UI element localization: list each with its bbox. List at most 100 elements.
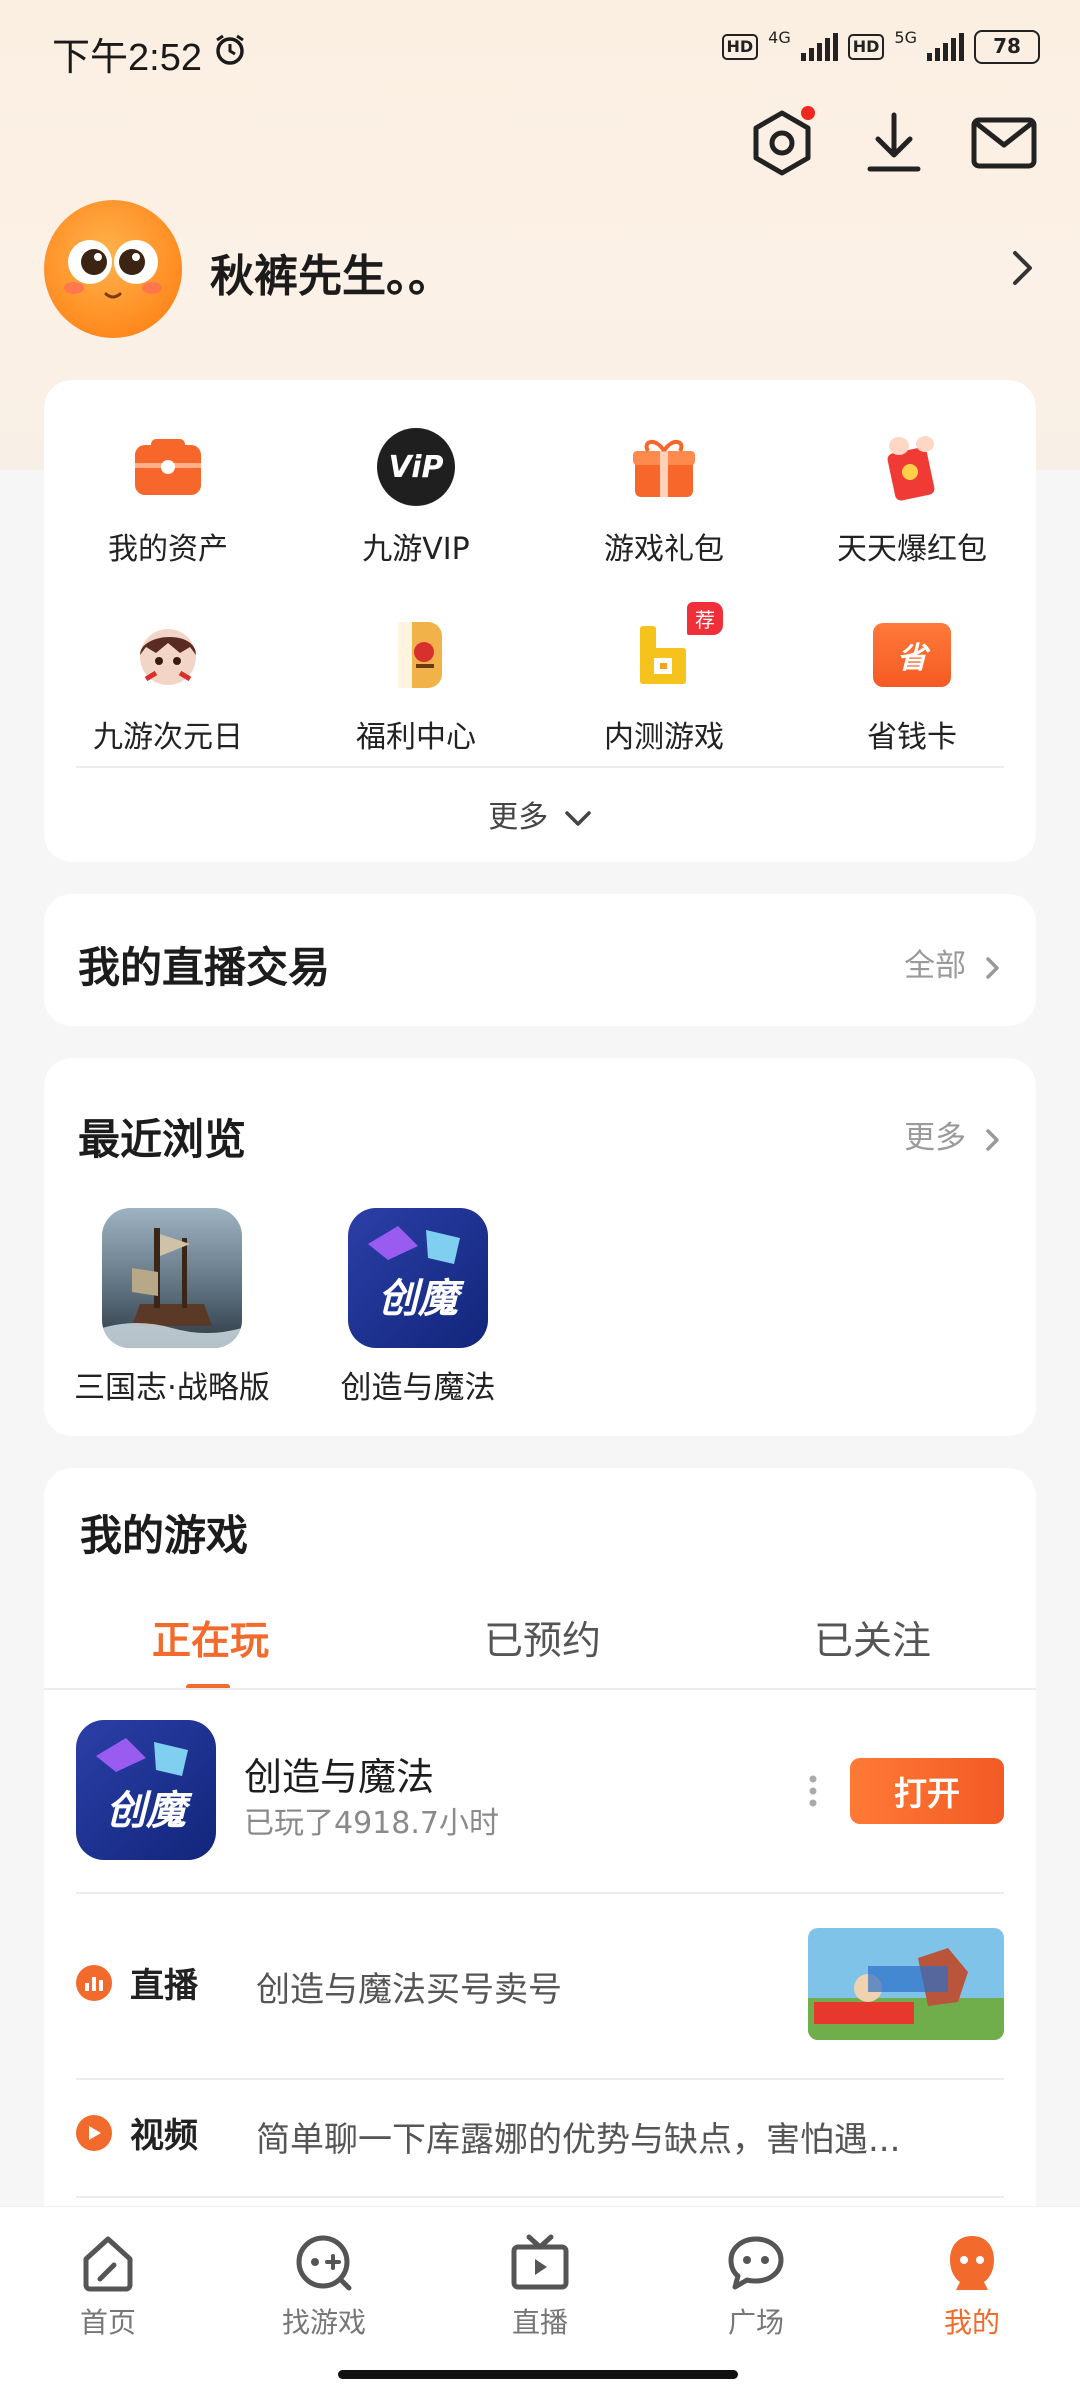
- live-trade-title: 我的直播交易: [78, 943, 331, 992]
- creation-magic-game-icon: 创魔: [348, 1208, 488, 1348]
- quick-item-beta-games[interactable]: 荐 内测游戏: [540, 602, 788, 756]
- feed-tag-label: 视频: [130, 2116, 198, 2156]
- divider: [76, 1892, 1004, 1894]
- chat-bubble-icon: [724, 2231, 788, 2295]
- live-thumbnail[interactable]: [808, 1928, 1004, 2040]
- game-controller-icon: [292, 2231, 356, 2295]
- nav-home[interactable]: 首页: [38, 2231, 178, 2341]
- quick-item-label: 九游次元日: [93, 720, 243, 755]
- game-name: 创造与魔法: [244, 1755, 435, 1799]
- chevron-right-icon: [986, 1128, 999, 1151]
- tab-playing[interactable]: 正在玩: [152, 1610, 269, 1666]
- live-tv-icon: [508, 2231, 572, 2295]
- nav-label: 找游戏: [281, 2306, 366, 2339]
- quick-item-label: 天天爆红包: [837, 532, 987, 567]
- quick-item-assets[interactable]: 我的资产: [44, 422, 292, 568]
- quick-item-label: 福利中心: [356, 720, 476, 755]
- recent-item-chuangmo[interactable]: 创魔 创造与魔法: [300, 1208, 536, 1407]
- avatar[interactable]: [44, 200, 182, 338]
- quick-item-vip[interactable]: ViP 九游VIP: [292, 422, 540, 568]
- live-chart-icon: [76, 1964, 112, 2001]
- status-indicators: HD 4G HD 5G 78: [721, 27, 1040, 64]
- vip-icon-text: ViP: [377, 428, 455, 506]
- feed-video-text[interactable]: 简单聊一下库露娜的优势与缺点，害怕遇...: [256, 2112, 900, 2161]
- nav-live[interactable]: 直播: [470, 2231, 610, 2341]
- my-games-card: 我的游戏 正在玩 已预约 已关注 创魔 创造与魔法 已玩了4918.7小时 打开…: [44, 1468, 1036, 2268]
- hd-badge-2: HD: [847, 34, 885, 60]
- beta-icon: 荐: [619, 602, 723, 700]
- download-icon: [867, 112, 921, 172]
- live-trade-card[interactable]: 我的直播交易 全部: [44, 894, 1036, 1026]
- game-row[interactable]: 创魔: [76, 1720, 216, 1860]
- recommend-badge: 荐: [687, 602, 723, 635]
- gift-icon: [619, 422, 709, 512]
- quick-item-anime-day[interactable]: 九游次元日: [44, 610, 292, 756]
- quick-item-welfare[interactable]: 福利中心: [292, 610, 540, 756]
- notification-dot: [798, 103, 818, 123]
- status-time: 下午2:52: [52, 37, 202, 79]
- creation-magic-logo-text: 创魔: [378, 1276, 465, 1322]
- mail-icon: [971, 117, 1037, 169]
- live-trade-all-link[interactable]: 全部: [904, 940, 1002, 985]
- profile-chevron-icon[interactable]: [1010, 248, 1036, 299]
- nav-find-games[interactable]: 找游戏: [254, 2231, 394, 2341]
- sanguo-game-icon: [102, 1208, 242, 1348]
- home-icon: [76, 2231, 140, 2295]
- more-button[interactable]: 更多: [44, 792, 1036, 836]
- recent-more-link[interactable]: 更多: [904, 1112, 1002, 1157]
- username[interactable]: 秋裤先生。。: [210, 240, 452, 304]
- download-button[interactable]: [856, 105, 932, 181]
- open-game-button[interactable]: 打开: [850, 1758, 1004, 1824]
- home-indicator[interactable]: [338, 2370, 738, 2379]
- quick-item-gift[interactable]: 游戏礼包: [540, 422, 788, 568]
- feed-tag-video: 视频: [76, 2108, 198, 2157]
- live-thumbnail-image-icon: [808, 1928, 1004, 2040]
- alarm-icon: [212, 32, 248, 72]
- quick-actions-card: 我的资产 ViP 九游VIP 游戏礼包 天天爆红包 九游次元日 福利中心 荐 内…: [44, 380, 1036, 862]
- recent-title: 最近浏览: [78, 1115, 247, 1164]
- nav-label: 直播: [511, 2306, 568, 2339]
- recent-more-label: 更多: [904, 1120, 967, 1156]
- quick-item-label: 游戏礼包: [604, 532, 724, 567]
- tabs-divider: [44, 1688, 1036, 1690]
- mail-button[interactable]: [966, 105, 1042, 181]
- chevron-down-icon: [565, 810, 591, 826]
- profile-icon: [940, 2231, 1004, 2295]
- divider: [76, 2078, 1004, 2080]
- red-packet-icon: [867, 422, 957, 512]
- nav-label: 首页: [79, 2306, 136, 2339]
- quick-item-save-card[interactable]: 省 省钱卡: [788, 610, 1036, 756]
- anime-icon: [123, 610, 213, 700]
- quick-item-label: 省钱卡: [867, 720, 957, 755]
- recent-item-label: 三国志·战略版: [74, 1370, 270, 1406]
- feed-live-text[interactable]: 创造与魔法买号卖号: [256, 1962, 562, 2011]
- creation-magic-game-icon: 创魔: [76, 1720, 216, 1860]
- live-trade-all-label: 全部: [904, 948, 967, 984]
- creation-magic-logo-text: 创魔: [106, 1788, 193, 1834]
- more-options-icon[interactable]: [808, 1774, 818, 1812]
- nav-plaza[interactable]: 广场: [686, 2231, 826, 2341]
- battery-icon: 78: [974, 30, 1040, 64]
- chevron-right-icon: [986, 956, 999, 979]
- nav-label: 广场: [727, 2306, 784, 2339]
- nav-me[interactable]: 我的: [902, 2231, 1042, 2341]
- quick-item-red-packet[interactable]: 天天爆红包: [788, 422, 1036, 568]
- tab-reserved[interactable]: 已预约: [484, 1610, 601, 1666]
- game-playtime: 已玩了4918.7小时: [244, 1806, 499, 1841]
- divider: [76, 766, 1004, 768]
- save-card-icon-text: 省: [873, 623, 951, 687]
- nav-label: 我的: [943, 2306, 1000, 2339]
- recent-item-label: 创造与魔法: [340, 1370, 496, 1406]
- play-icon: [76, 2114, 112, 2151]
- recent-card: 最近浏览 更多 三国志·战略版 创魔 创造与魔法: [44, 1058, 1036, 1436]
- welfare-icon: [371, 610, 461, 700]
- network-type-2: 5G: [894, 27, 917, 47]
- my-games-title: 我的游戏: [80, 1511, 249, 1560]
- vip-icon: ViP: [371, 422, 461, 512]
- recent-item-sanguo[interactable]: 三国志·战略版: [44, 1208, 300, 1407]
- feed-tag-live: 直播: [76, 1958, 198, 2007]
- settings-button[interactable]: [744, 103, 820, 181]
- more-label: 更多: [488, 800, 549, 835]
- tab-following[interactable]: 已关注: [814, 1610, 931, 1666]
- quick-item-label: 内测游戏: [604, 720, 724, 755]
